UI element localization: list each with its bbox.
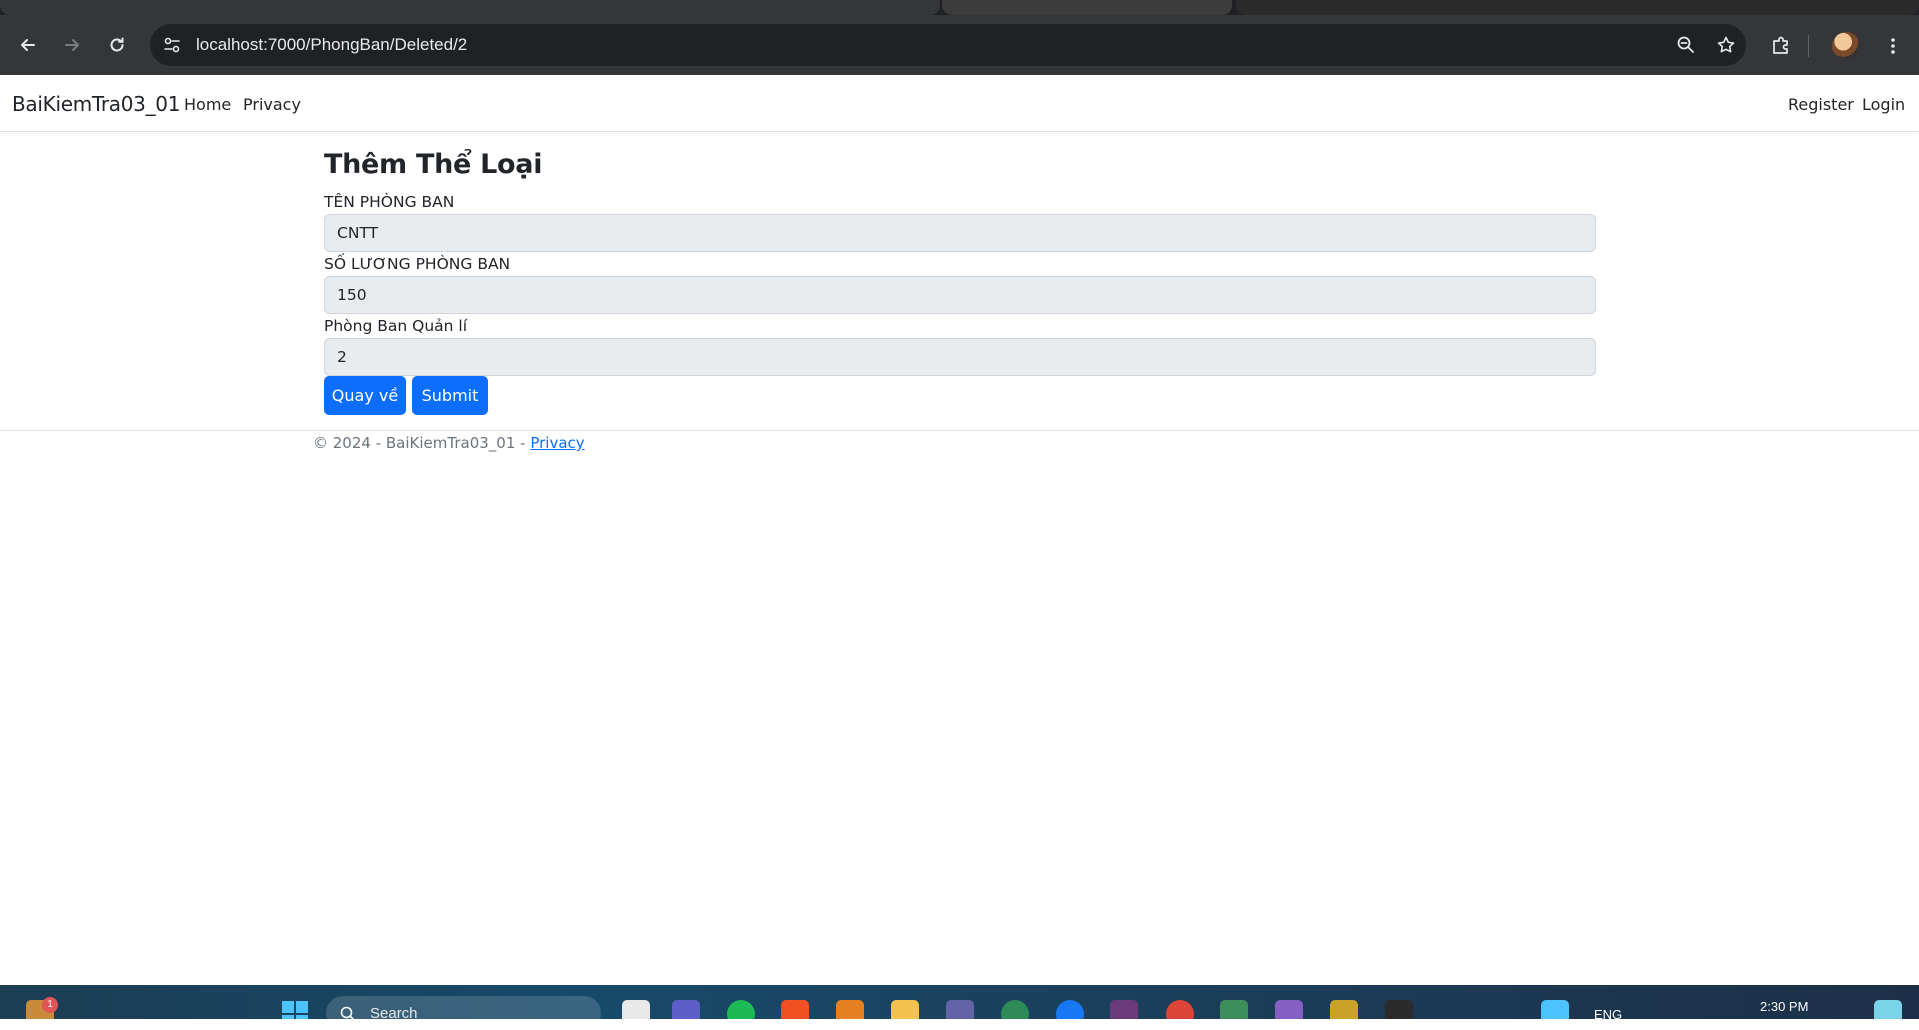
footer [0,430,1919,458]
toolbar-divider [1808,35,1809,57]
windows-taskbar [0,985,1919,1019]
windows-start-icon[interactable] [281,1000,309,1019]
taskbar-search[interactable] [326,996,601,1030]
footer-privacy-link[interactable]: Privacy [530,434,584,452]
forward-button[interactable] [57,30,87,60]
microphone-icon[interactable] [1541,1000,1569,1019]
arrow-right-icon [65,39,79,51]
field-label-so-luong-phong-ban: SỐ LƯƠNG PHÒNG BAN [324,255,511,273]
spotify-icon[interactable] [727,1000,755,1019]
notification-badge: 1 [42,997,58,1013]
browser-tab[interactable] [0,0,940,15]
site-navbar: BaiKiemTra03_01 Home Privacy Register Lo… [0,75,1919,132]
language-indicator[interactable]: ENG [1594,1007,1622,1022]
reload-icon [110,37,124,52]
profile-avatar[interactable] [1832,32,1860,60]
address-bar[interactable]: localhost:7000/PhongBan/Deleted/2 [150,24,1746,66]
nav-register-link[interactable]: Register [1788,95,1854,114]
footer-text: © 2024 - BaiKiemTra03_01 - Privacy [313,434,585,452]
taskbar-search-label[interactable]: Search [370,1005,418,1022]
ten-phong-ban-input[interactable]: CNTT [324,214,1596,252]
footer-copyright: © 2024 - BaiKiemTra03_01 - [313,434,531,452]
edge-icon[interactable] [1001,1000,1029,1019]
taskbar-app-icon[interactable] [836,1000,864,1019]
phong-ban-quan-li-input[interactable]: 2 [324,338,1596,376]
back-to-list-button[interactable]: Quay về [324,376,406,415]
file-explorer-icon[interactable] [891,1000,919,1019]
zoom-icon[interactable] [1676,35,1696,55]
taskbar-app-icon[interactable] [1220,1000,1248,1019]
extensions-icon[interactable] [1770,35,1792,57]
reload-button[interactable] [102,30,132,60]
nav-home-link[interactable]: Home [184,95,231,114]
search-icon [340,1006,356,1022]
url-text[interactable]: localhost:7000/PhongBan/Deleted/2 [196,35,467,55]
arrow-left-icon [21,39,35,51]
teams-icon[interactable] [1110,1000,1138,1019]
facebook-icon[interactable] [1056,1000,1084,1019]
chrome-icon[interactable] [1166,1000,1194,1019]
back-button[interactable] [13,30,43,60]
teams-icon[interactable] [946,1000,974,1019]
taskbar-app-icon[interactable] [622,1000,650,1019]
nav-privacy-link[interactable]: Privacy [243,95,301,114]
visual-studio-icon[interactable] [1275,1000,1303,1019]
field-label-ten-phong-ban: TÊN PHÒNG BAN [324,193,455,211]
brand-link[interactable]: BaiKiemTra03_01 [12,92,180,116]
star-icon[interactable] [1716,35,1736,55]
menu-kebab-icon[interactable] [1882,35,1904,57]
so-luong-phong-ban-input[interactable]: 150 [324,276,1596,314]
store-icon[interactable] [781,1000,809,1019]
site-info-icon[interactable] [162,35,182,55]
browser-tab[interactable] [1236,0,1919,15]
nav-login-link[interactable]: Login [1862,95,1905,114]
field-label-phong-ban-quan-li: Phòng Ban Quản lí [324,317,468,335]
teams-icon[interactable] [672,1000,700,1019]
terminal-icon[interactable] [1385,1000,1413,1019]
browser-tab-strip [0,0,1919,15]
copilot-icon[interactable] [1874,1000,1902,1019]
browser-tab-active[interactable] [942,0,1232,15]
page-title: Thêm Thể Loại [324,149,543,180]
clock-time[interactable]: 2:30 PM [1760,999,1808,1014]
submit-button[interactable]: Submit [412,376,488,415]
browser-toolbar: localhost:7000/PhongBan/Deleted/2 [0,15,1919,75]
taskbar-app-icon[interactable] [1330,1000,1358,1019]
